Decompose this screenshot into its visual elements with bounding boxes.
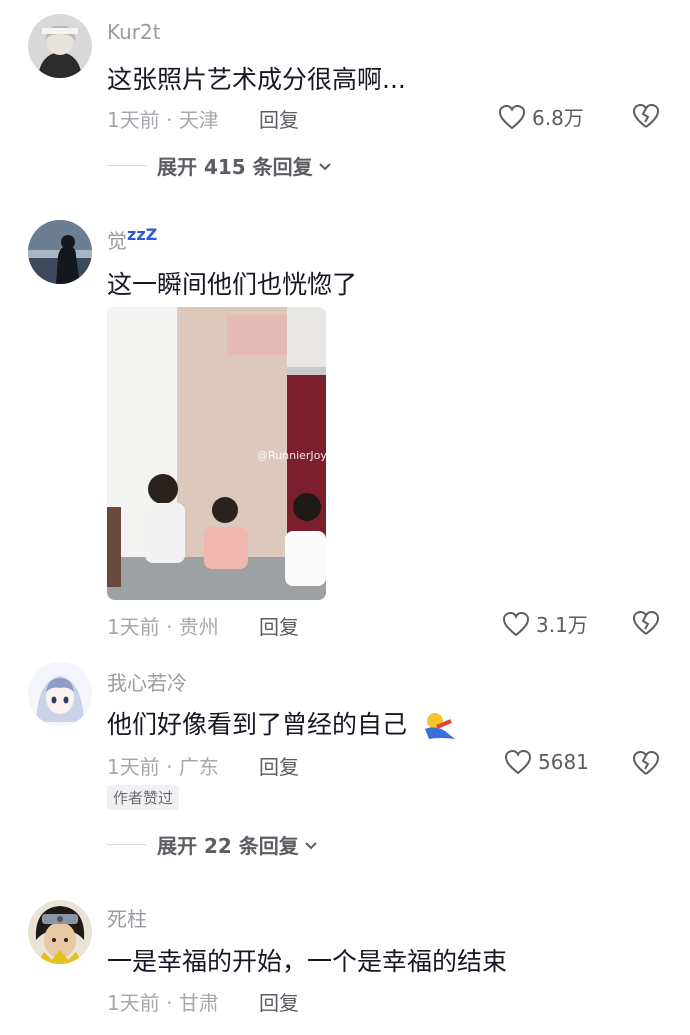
comment-meta: 1天前 · 天津 [107,104,219,133]
avatar[interactable] [28,220,92,284]
comment-meta: 1天前 · 甘肃 [107,987,219,1016]
timestamp: 1天前 [107,991,160,1015]
avatar[interactable] [28,900,92,964]
expand-replies-button[interactable]: 展开 415 条回复 [107,151,333,180]
comment-meta: 1天前 · 广东 [107,751,219,780]
divider [107,165,147,166]
comment-text: 这张照片艺术成分很高啊... [107,65,406,94]
location: 贵州 [178,615,219,639]
comment-text-content: 他们好像看到了曾经的自己 [107,710,408,739]
expand-label: 展开 22 条回复 [157,834,299,858]
location: 天津 [178,108,219,132]
username[interactable]: Kur2t [107,20,161,44]
like-button[interactable]: 6.8万 [498,102,584,131]
separator: · [159,991,179,1015]
username-text: 觉 [107,229,127,253]
separator: · [159,755,179,779]
like-count: 5681 [538,750,589,774]
heart-outline-icon [504,749,532,775]
like-count: 3.1万 [536,613,588,637]
comment-item: Kur2t 这张照片艺术成分很高啊... 1天前 · 天津 回复 6.8万 展开… [0,0,690,190]
username[interactable]: 觉zzZ [107,225,157,254]
like-button[interactable]: 5681 [504,749,589,775]
broken-heart-icon[interactable] [632,749,660,777]
username[interactable]: 我心若冷 [107,667,187,696]
comment-item: 死柱 一是幸福的开始，一个是幸福的结束 1天前 · 甘肃 回复 [0,890,690,1035]
like-button[interactable]: 3.1万 [502,609,588,638]
chevron-down-icon [305,841,317,849]
avatar[interactable] [28,14,92,78]
expand-replies-button[interactable]: 展开 22 条回复 [107,830,319,859]
location: 广东 [178,755,219,779]
timestamp: 1天前 [107,755,160,779]
divider [107,844,147,845]
reply-button[interactable]: 回复 [259,104,299,133]
author-liked-badge: 作者赞过 [107,785,180,810]
broken-heart-icon[interactable] [632,609,660,637]
comment-meta: 1天前 · 贵州 [107,611,219,640]
timestamp: 1天前 [107,615,160,639]
comment-item: 我心若冷 他们好像看到了曾经的自己 1天前 · 广东 回复 5681 作者赞过 … [0,650,690,880]
sleep-emoji: zzZ [127,225,158,244]
comment-image[interactable]: @RunnierJoy [107,307,326,600]
comment-text: 他们好像看到了曾经的自己 [107,705,457,741]
reply-button[interactable]: 回复 [259,987,299,1016]
location: 甘肃 [178,991,219,1015]
comment-text: 这一瞬间他们也恍惚了 [107,270,358,299]
image-watermark: @RunnierJoy [257,449,326,462]
separator: · [159,108,179,132]
expand-label: 展开 415 条回复 [157,155,313,179]
crying-figure-emoji [424,713,455,739]
separator: · [159,615,179,639]
comment-text: 一是幸福的开始，一个是幸福的结束 [107,947,508,976]
avatar[interactable] [28,662,92,726]
chevron-down-icon [318,162,331,170]
broken-heart-icon[interactable] [632,102,660,130]
heart-outline-icon [498,104,526,129]
reply-button[interactable]: 回复 [259,751,299,780]
reply-button[interactable]: 回复 [259,611,299,640]
like-count: 6.8万 [532,106,584,130]
timestamp: 1天前 [107,108,160,132]
heart-outline-icon [502,611,530,636]
comment-item: 觉zzZ 这一瞬间他们也恍惚了 @RunnierJoy 1天前 · 贵州 回复 … [0,210,690,650]
username[interactable]: 死柱 [107,903,147,932]
